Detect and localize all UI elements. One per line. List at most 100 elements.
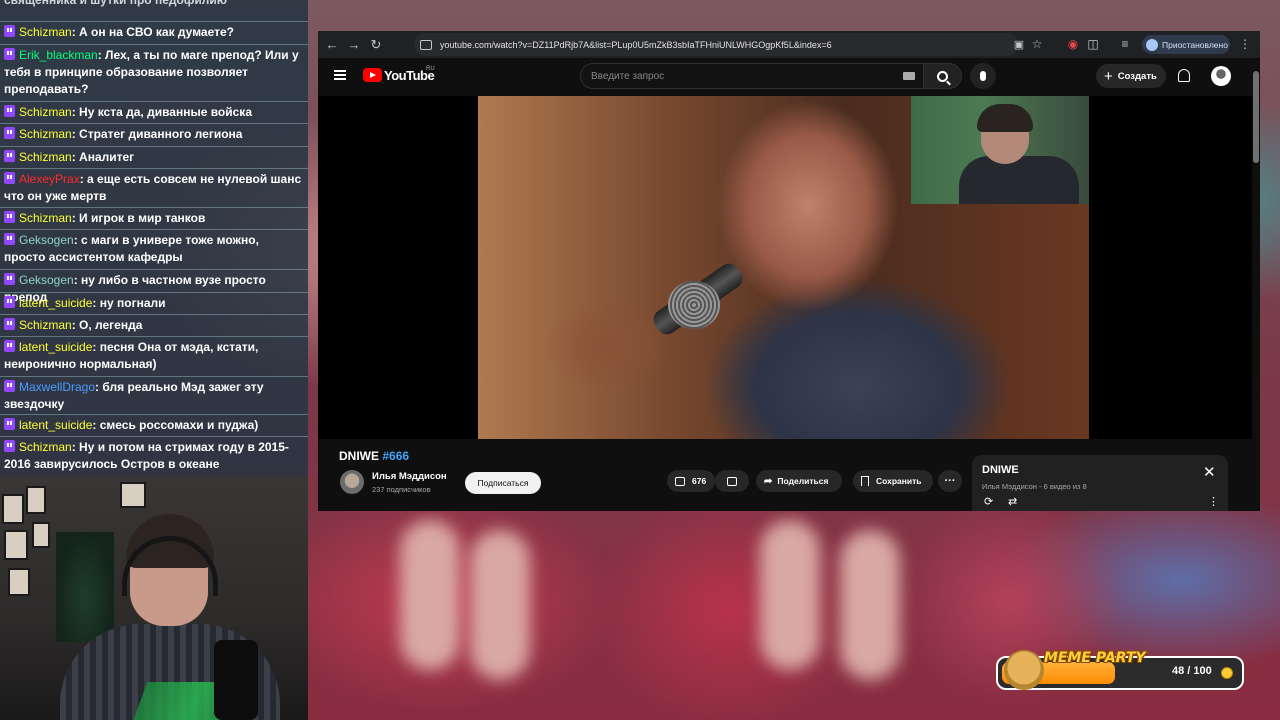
chat-message: Schizman: Аналитег [0,146,308,168]
forward-icon[interactable]: → [343,34,365,56]
chat-text: Аналитег [79,150,135,164]
video-player[interactable] [318,96,1252,439]
meme-party-title: MEME PARTY [1044,650,1146,666]
chat-username[interactable]: Schizman [19,211,72,225]
youtube-logo-icon[interactable] [363,68,382,82]
wall-poster [26,486,46,514]
create-button[interactable]: + Создать [1096,64,1166,88]
chat-text: И игрок в мир танков [79,211,206,225]
page-scrollbar[interactable] [1252,67,1260,511]
wall-poster [120,482,146,508]
video-hashtag[interactable]: #666 [382,449,409,463]
chat-message: latent_suicide: песня Она от мэда, кстат… [0,336,308,376]
chat-username[interactable]: latent_suicide [19,418,92,432]
pip-person-hair [977,104,1033,132]
chat-separator: : [73,273,82,287]
wall-poster [8,568,30,596]
chat-text: О, легенда [79,318,143,332]
reload-icon[interactable]: ↻ [365,34,387,56]
extension-icon[interactable]: ◉ [1062,33,1084,55]
chat-separator: : [73,233,82,247]
bookmark-star-icon[interactable]: ☆ [1026,33,1048,55]
chat-username[interactable]: Geksogen [19,273,74,287]
search-button[interactable] [924,63,962,89]
playlist-menu-icon[interactable]: ⋮ [1208,495,1219,508]
streamer-webcam [0,476,308,720]
url-text: youtube.com/watch?v=DZ11PdRjb7A&list=PLu… [440,39,832,50]
subscriber-badge-icon [4,273,15,285]
like-count: 676 [692,476,707,486]
subscriber-badge-icon [4,440,15,452]
site-info-icon[interactable] [420,39,432,50]
chat-username[interactable]: Schizman [19,150,72,164]
subscriber-badge-icon [4,25,15,37]
chat-username[interactable]: Geksogen [19,233,74,247]
scrollbar-thumb[interactable] [1253,71,1259,163]
chat-username[interactable]: Schizman [19,105,72,119]
close-icon[interactable]: ✕ [1203,463,1216,481]
chat-username[interactable]: Erik_blackman [19,48,98,62]
chat-username[interactable]: Schizman [19,440,72,454]
chat-username[interactable]: latent_suicide [19,340,92,354]
chat-separator: : [71,440,80,454]
browser-menu-icon[interactable]: ⋮ [1234,33,1256,55]
chat-message: AlexeyPrax: а еще есть совсем не нулевой… [0,168,308,207]
chat-username[interactable]: latent_suicide [19,296,92,310]
channel-name[interactable]: Илья Мэддисон [372,471,447,482]
chat-message: MaxwellDrago: бля реально Мэд зажег эту … [0,376,308,414]
chat-separator: : [92,418,100,432]
share-button[interactable]: ➦ Поделиться [756,470,842,492]
wall-poster [2,494,24,524]
chat-message: Schizman: Ну кста да, диванные войска [0,101,308,123]
chat-text: смесь россомахи и пуджа) [99,418,259,432]
background-figure-leg [470,530,530,680]
chat-separator: : [71,318,80,332]
profile-button[interactable]: Приостановлено [1142,35,1230,54]
chat-message: Schizman: О, легенда [0,314,308,336]
channel-avatar[interactable] [340,470,364,494]
notifications-bell-icon[interactable] [1178,69,1190,82]
extensions-puzzle-icon[interactable]: ◫ [1082,33,1104,55]
microphone-grille [668,281,720,329]
video-frame[interactable] [478,96,1089,439]
save-label: Сохранить [876,476,922,486]
playlist-title[interactable]: DNIWE [982,464,1019,476]
thumbs-up-icon [675,476,685,486]
subscriber-badge-icon [4,105,15,117]
chat-message: Geksogen: ну либо в частном вузе просто … [0,269,308,304]
more-actions-button[interactable]: ··· [938,470,962,492]
bookmark-icon [861,476,869,486]
save-button[interactable]: Сохранить [853,470,933,492]
picture-in-picture-webcam [911,96,1089,204]
chat-username[interactable]: Schizman [19,127,72,141]
chat-message: latent_suicide: смесь россомахи и пуджа) [0,414,308,436]
voice-search-button[interactable] [970,63,996,89]
keyboard-icon[interactable] [903,72,915,80]
subscriber-badge-icon [4,172,15,184]
shuffle-icon[interactable]: ⇄ [1008,495,1017,508]
subscriber-badge-icon [4,418,15,430]
account-avatar[interactable] [1211,66,1231,86]
search-input[interactable]: Введите запрос [580,63,924,89]
address-bar[interactable]: youtube.com/watch?v=DZ11PdRjb7A&list=PLu… [414,33,1018,56]
chat-username[interactable]: Schizman [19,318,72,332]
chat-message: Schizman: И игрок в мир танков [0,207,308,229]
subscribe-button[interactable]: Подписаться [465,472,541,494]
like-button[interactable]: 676 [667,470,715,492]
back-icon[interactable]: ← [321,34,343,56]
chat-username[interactable]: MaxwellDrago [19,380,95,394]
chat-username[interactable]: AlexeyPrax [19,172,80,186]
chat-text: А он на СВО как думаете? [79,25,234,39]
chat-username[interactable]: Schizman [19,25,72,39]
profile-avatar [1146,38,1158,51]
loop-icon[interactable]: ⟳ [984,495,993,508]
tab-search-icon[interactable]: ≡ [1114,33,1136,55]
share-label: Поделиться [777,476,829,486]
subscriber-badge-icon [4,127,15,139]
dislike-button[interactable] [715,470,749,492]
subscriber-badge-icon [4,318,15,330]
chat-separator: : [92,296,100,310]
plus-icon: + [1104,67,1113,85]
subscriber-count: 237 подписчиков [372,485,431,494]
menu-icon[interactable] [334,70,346,80]
